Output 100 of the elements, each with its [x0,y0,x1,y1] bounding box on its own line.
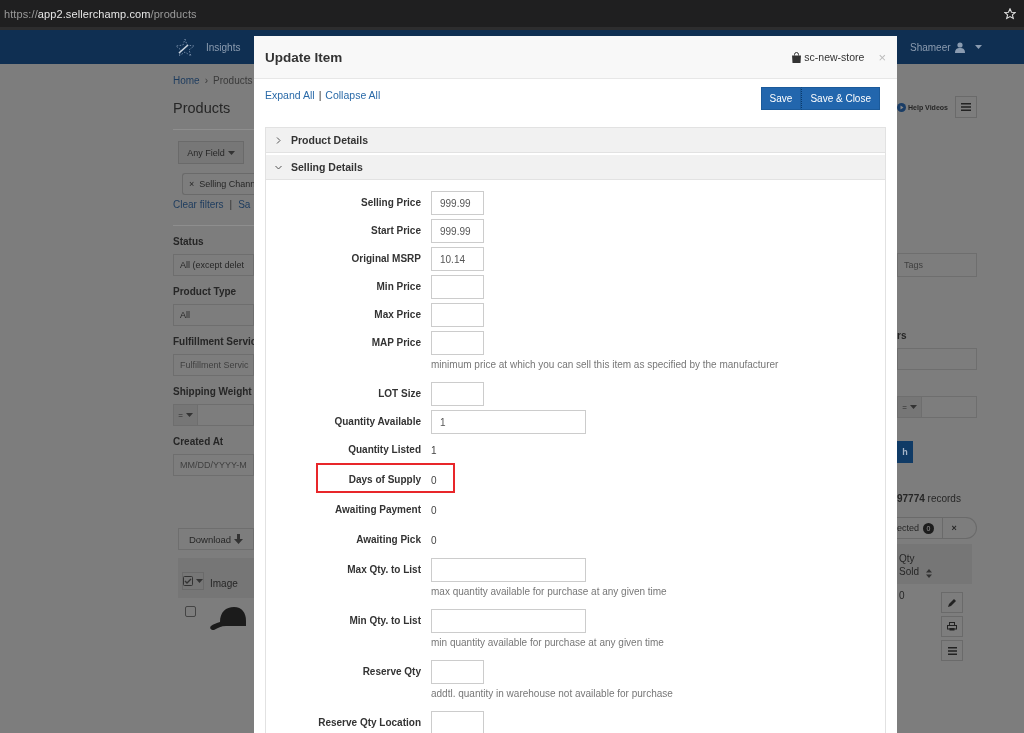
column-header: Qty Sold [899,552,920,578]
field-label: Max Qty. to List [346,563,422,577]
caret-icon [909,405,917,409]
download-arrow-icon [234,534,244,544]
save-button[interactable]: Save [760,87,802,110]
field-label: Selling Price [359,196,422,210]
field-label: Quantity Listed [347,443,422,457]
user-menu[interactable]: Shameer [910,41,1024,53]
section-header[interactable]: Selling Details [266,155,885,180]
breadcrumb-separator: › [204,74,209,86]
pencil-icon [947,598,957,607]
input-field[interactable] [431,331,484,355]
operator-dropdown[interactable]: = [173,404,198,426]
section-header[interactable]: Product Details [266,128,885,153]
input-field[interactable] [431,303,484,327]
input-field[interactable]: 999.99 [431,191,484,215]
caret-icon [196,579,203,583]
filter-label: rs [897,329,908,343]
input-field[interactable] [431,558,586,582]
filter-label: Status [173,235,205,249]
edit-button[interactable] [941,592,963,613]
menu-icon [961,103,971,111]
menu-button[interactable] [955,96,977,118]
modal-title: Update Item [265,49,344,65]
expand-all-link[interactable]: Expand All [265,89,315,101]
filter-label: Shipping Weight [173,385,253,399]
field-value: 0 [431,474,437,488]
chevron-down-icon [275,163,282,171]
input-field[interactable]: 10.14 [431,247,484,271]
caret-icon [185,413,193,417]
input-field[interactable] [431,609,586,633]
download-button[interactable]: Download [178,528,254,550]
page-title: Products [173,99,232,118]
filter-label: Product Type [173,285,238,299]
field-label: Min Price [375,280,422,294]
record-count: 97774 records [897,492,962,506]
table-cell-text: 0 [898,590,905,603]
clear-filters-link[interactable]: Clear filters [173,199,224,210]
store-name: sc-new-store [804,51,865,63]
field-label: Awaiting Payment [334,503,422,517]
field-label: Days of Supply [347,473,422,487]
star-icon [1004,7,1016,20]
help-text: max quantity available for purchase at any given time [431,586,667,597]
help-text: minimum price at which you can sell this item as specified by the manufacturer [431,359,779,370]
breadcrumb-link[interactable]: Home [173,74,200,86]
field-label: Start Price [369,224,422,238]
filter-select[interactable]: All [173,304,254,326]
star-logo-icon [174,38,196,56]
field-label: Min Qty. to List [348,614,422,628]
input-field[interactable] [431,275,484,299]
save-filter-link[interactable]: Sa [238,199,251,210]
row-checkbox[interactable] [185,606,196,617]
link-separator: | [318,89,322,101]
selected-label: ected [897,523,920,533]
input-field[interactable] [431,711,484,733]
field-label: Original MSRP [350,252,422,266]
search-button[interactable]: h [897,441,913,463]
print-button[interactable] [941,616,963,637]
input-field[interactable] [431,382,484,406]
cap-photo [210,606,246,630]
printer-icon [947,622,957,631]
field-label: Awaiting Pick [355,533,422,547]
search-scope-dropdown[interactable]: Any Field [178,141,244,164]
field-value: 0 [431,534,437,548]
breadcrumb-link[interactable]: Products [213,74,253,86]
user-icon [954,41,965,53]
field-value: 0 [431,504,437,518]
collapse-all-link[interactable]: Collapse All [325,89,381,101]
filter-label: Created At [173,435,225,449]
filter-input[interactable]: Tags [897,253,977,277]
menu-icon [947,646,957,655]
input-field[interactable]: 999.99 [431,219,484,243]
field-value: 1 [431,444,437,458]
address-bar[interactable]: https://app2.sellerchamp.com/products [4,7,197,20]
checked-box-icon [183,576,193,586]
field-label: Reserve Qty Location [317,716,422,730]
filter-select[interactable]: All (except delet [173,254,254,276]
play-icon [897,102,906,112]
link-separator: | [229,199,233,210]
menu-button[interactable] [941,640,963,661]
shopping-bag-icon [792,51,802,63]
input-field[interactable]: 1 [431,410,586,434]
filter-input[interactable] [198,404,254,426]
sort-icon [926,569,932,578]
save-and-close-button[interactable]: Save & Close [801,87,880,110]
clear-selection-button[interactable]: × [942,518,966,538]
operator-dropdown[interactable]: = [897,396,922,418]
filter-input[interactable] [897,348,977,370]
column-header: Image [210,577,238,589]
select-all-dropdown[interactable] [182,572,204,590]
input-field[interactable] [431,660,484,684]
field-label: Max Price [373,308,422,322]
filter-input[interactable]: MM/DD/YYYY-M [173,454,254,476]
field-label: MAP Price [370,336,422,350]
field-label: LOT Size [377,387,422,401]
field-label: Reserve Qty [361,665,422,679]
nav-link[interactable]: Insights [206,41,241,53]
chevron-right-icon [275,136,282,144]
caret-icon [227,150,235,155]
remove-filter-button[interactable]: × [189,179,195,189]
